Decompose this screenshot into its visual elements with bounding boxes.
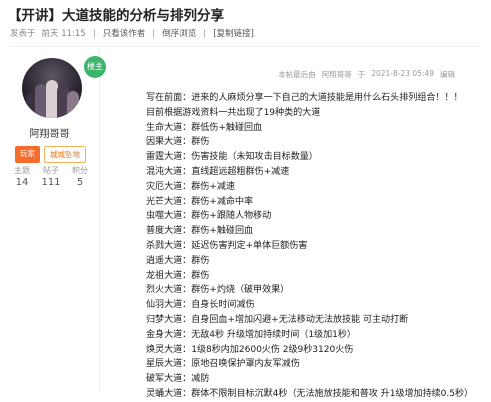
stat-label: 帖子 — [43, 166, 59, 175]
posted-time: 前天 11:15 — [41, 29, 86, 39]
post-line: 混沌大道：直线超远超粗群伤+减速 — [146, 166, 290, 177]
stat-label: 主题 — [14, 166, 30, 175]
post-line: 焕灵大道：1级8秒内加2600火伤 2级9秒3120火伤 — [146, 344, 354, 355]
meta-divider — [93, 28, 95, 38]
post-line: 灾厄大道：群伤+减速 — [146, 181, 235, 192]
post-line: 仙羽大道：自身长时间减伤 — [146, 300, 255, 311]
post-line: 杀戮大道：延迟伤害判定+单体巨额伤害 — [146, 240, 308, 251]
post-line: 金身大道：无敌4秒 升级增加持续时间（1级加1秒） — [146, 329, 356, 340]
edit-time: 2021-8-23 05:49 — [371, 69, 434, 78]
edit-suffix: 编辑 — [440, 70, 455, 79]
stat-label: 积分 — [72, 166, 88, 175]
post-line: 破军大道：减防 — [146, 374, 210, 385]
stat-posts[interactable]: 帖子 111 — [37, 165, 65, 190]
reverse-order-link[interactable]: 倒序浏览 — [162, 27, 196, 39]
post-line: 因果大道：群伤 — [146, 137, 210, 148]
stat-value: 14 — [15, 177, 29, 188]
post-line: 烈火大道：群伤+灼烧（破甲效果） — [146, 285, 290, 296]
edit-at: 于 — [357, 70, 366, 79]
post-line: 写在前面：进来的人麻烦分享一下自己的大道技能是用什么石头排列组合！！！ — [146, 93, 463, 103]
author-name[interactable]: 阿翔哥哥 — [0, 125, 99, 140]
post-line: 虫噬大道：群伤+跟随人物移动 — [146, 211, 272, 222]
post-line: 生命大道：群低伤+触碰回血 — [146, 122, 263, 133]
stat-value: 5 — [76, 177, 84, 188]
avatar[interactable] — [22, 58, 82, 118]
location-tag: 城城坠地 — [44, 146, 86, 163]
post-line: 归梦大道：自身回血+增加闪避+无法移动无法放技能 可主动打断 — [146, 314, 409, 325]
post-line: 逍遥大道：群伤 — [146, 255, 210, 266]
post-line: 灵蛹大道：群体不限制目标沉默4秒（无法施放技能和普攻 升1级增加持续0.5秒） — [146, 388, 474, 399]
post-line: 目前根据游戏资料一共出现了19种类的大道 — [146, 107, 321, 118]
posted-label: 发表于 — [10, 29, 36, 39]
edit-prefix: 本帖最后由 — [278, 70, 316, 79]
author-panel: 楼主 阿翔哥哥 玩家 城城坠地 主题 14 帖子 111 积分 5 — [0, 48, 106, 392]
player-tag: 玩家 — [15, 146, 40, 163]
post-line: 龙祖大道：群伤 — [146, 270, 210, 281]
avatar-figure — [67, 91, 79, 118]
edit-author[interactable]: 阿翔哥哥 — [322, 69, 352, 80]
host-badge: 楼主 — [84, 56, 106, 78]
only-author-link[interactable]: 只看该作者 — [103, 27, 146, 39]
author-tags: 玩家 城城坠地 — [15, 146, 86, 163]
stat-points[interactable]: 积分 5 — [66, 165, 94, 190]
author-stats: 主题 14 帖子 111 积分 5 — [8, 165, 94, 190]
post-edit-info: 本帖最后由 阿翔哥哥 于 2021-8-23 05:49 编辑 — [278, 69, 455, 80]
copy-link-button[interactable]: [复制链接] — [213, 27, 254, 39]
post-line: 普度大道：群伤+触碰回血 — [146, 226, 254, 237]
thread-title: 【开讲】大道技能的分析与排列分享 — [8, 8, 224, 24]
meta-divider — [153, 28, 155, 38]
header-divider — [10, 46, 481, 47]
post-line: 雷霆大道：伤害技能（未知攻击目标数量） — [146, 152, 318, 163]
post-line: 星辰大道：原地召唤保护罩内友军减伤 — [146, 359, 300, 370]
post-content: 写在前面：进来的人麻烦分享一下自己的大道技能是用什么石头排列组合！！！ 目前根据… — [146, 91, 486, 402]
meta-divider — [204, 28, 206, 38]
post-line: 光芒大道：群伤+减命中率 — [146, 196, 254, 207]
stat-value: 111 — [41, 177, 61, 188]
stat-topics[interactable]: 主题 14 — [8, 165, 36, 190]
thread-meta: 发表于 前天 11:15 只看该作者 倒序浏览 [复制链接] — [10, 27, 254, 39]
